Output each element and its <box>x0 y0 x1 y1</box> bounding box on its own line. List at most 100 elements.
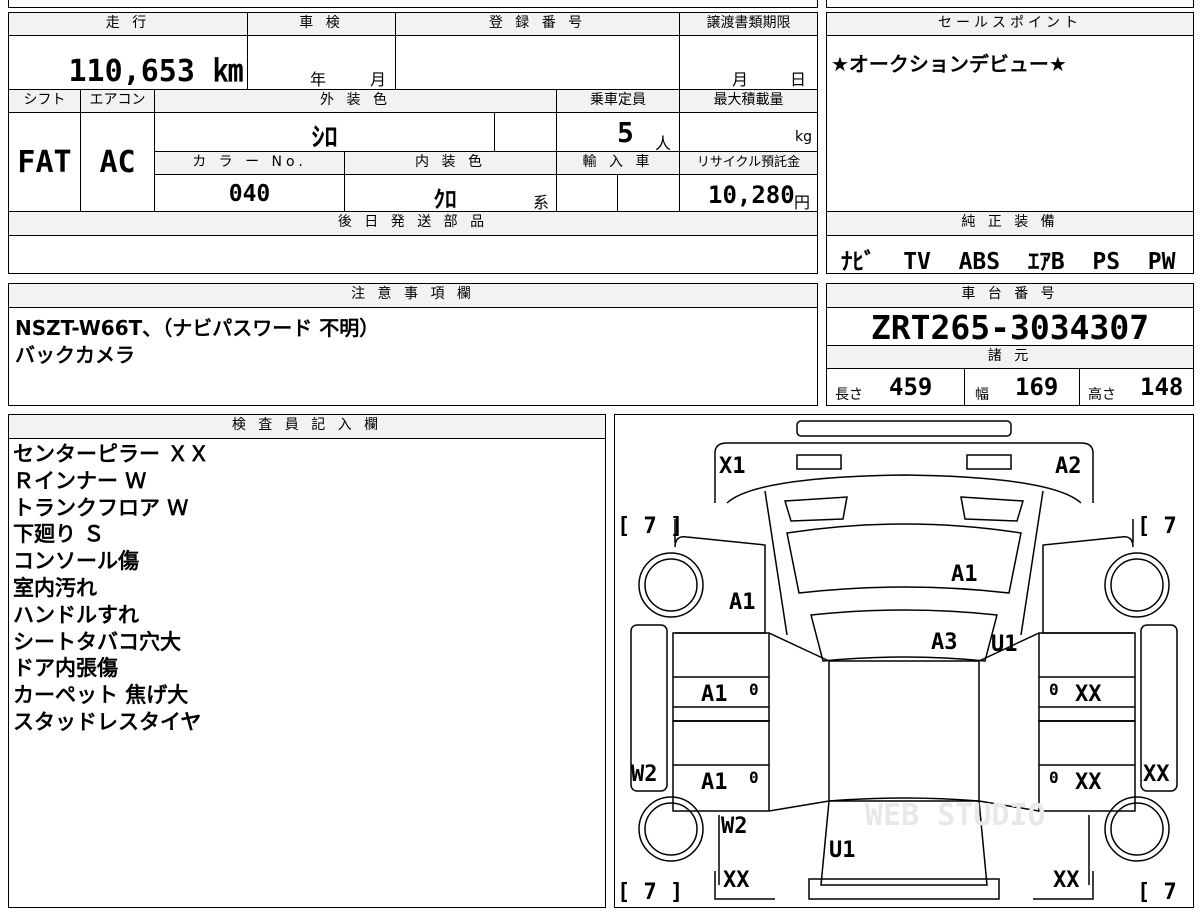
caution-line: バックカメラ <box>15 343 135 367</box>
later-parts-cell <box>8 235 818 274</box>
shaken-cell: 年 月 <box>247 35 396 90</box>
exterior-sub-cell <box>494 112 557 152</box>
damage-mark: U1 <box>991 632 1018 657</box>
color-no-label: カ ラ ー No. <box>154 151 345 175</box>
inspector-label: 検 査 員 記 入 欄 <box>8 414 606 439</box>
damage-mark: W2 <box>721 814 748 839</box>
chassis-cell: ZRT265-3034307 <box>826 307 1194 347</box>
caution-cell: NSZT-W66T、（ナビパスワード 不明） バックカメラ <box>8 307 818 406</box>
panel-zero-mark: 0 <box>749 768 759 787</box>
aircon-cell: AC <box>80 112 155 212</box>
car-outline-svg: WEB STUDIO X1 A2 [ 7 ] [ 7 ] A1 A1 A3 U1… <box>617 420 1193 905</box>
chassis-value: ZRT265-3034307 <box>870 308 1150 347</box>
damage-mark: W2 <box>631 762 658 787</box>
spec-length-label: 長さ <box>835 387 863 403</box>
damage-mark: XX <box>1075 682 1102 707</box>
damage-mark: A1 <box>951 562 978 587</box>
exterior-label: 外 装 色 <box>154 89 557 113</box>
top-strip-right <box>826 0 1194 8</box>
inspector-line: カーペット 焦げ大 <box>13 683 189 708</box>
max-load-label: 最大積載量 <box>679 89 818 113</box>
import-label: 輸 入 車 <box>556 151 680 175</box>
max-load-unit: kg <box>795 129 812 145</box>
capacity-label: 乗車定員 <box>556 89 680 113</box>
later-parts-label: 後 日 発 送 部 品 <box>8 211 818 236</box>
import-cell-a <box>556 174 618 212</box>
diagram-watermark: WEB STUDIO <box>865 798 1046 833</box>
sales-point-text: ★オークションデビュー★ <box>831 52 1067 76</box>
mileage-value: 110,653 ㎞ <box>68 54 244 89</box>
damage-mark: XX <box>1075 770 1102 795</box>
color-no-value: 040 <box>228 181 271 207</box>
recycle-label: リサイクル預託金 <box>679 151 818 175</box>
inspector-line: コンソール傷 <box>13 549 139 574</box>
spec-height-label: 高さ <box>1088 387 1116 403</box>
specs-label: 諸 元 <box>826 345 1194 369</box>
max-load-cell: kg <box>679 112 818 152</box>
damage-mark: A1 <box>701 770 728 795</box>
inspector-line: トランクフロア Ｗ <box>13 495 189 520</box>
damage-mark: XX <box>1143 762 1170 787</box>
damage-mark: [ 7 ] <box>617 880 683 905</box>
spec-width-cell: 幅 169 <box>964 368 1080 406</box>
inspector-notes: センターピラー ＸＸ Ｒインナー Ｗ トランクフロア Ｗ 下廻り Ｓ コンソール… <box>13 441 209 736</box>
transfer-month-unit: 月 <box>732 70 749 89</box>
spec-length-cell: 長さ 459 <box>826 368 965 406</box>
spec-width-label: 幅 <box>975 387 989 403</box>
capacity-cell: 5 人 <box>556 112 680 153</box>
shift-label: シフト <box>8 89 81 113</box>
mileage-label: 走 行 <box>8 12 248 36</box>
caution-line: NSZT-W66T、（ナビパスワード 不明） <box>15 316 380 340</box>
interior-cell: ｸﾛ 系 <box>344 174 557 213</box>
sales-point-cell: ★オークションデビュー★ <box>826 35 1194 212</box>
damage-mark: [ 7 ] <box>1137 880 1193 905</box>
inspector-line: シートタバコ穴大 <box>13 629 181 654</box>
damage-mark: [ 7 ] <box>1137 514 1193 539</box>
chassis-label: 車 台 番 号 <box>826 283 1194 308</box>
sales-point-label: セールスポイント <box>826 12 1194 36</box>
caution-label: 注 意 事 項 欄 <box>8 283 818 308</box>
damage-mark: A3 <box>931 630 958 655</box>
equipment-cell: ﾅﾋﾞ TV ABS ｴｱB PS PW <box>826 235 1194 275</box>
inspector-line: Ｒインナー Ｗ <box>13 468 147 493</box>
spec-width-value: 169 <box>1015 373 1059 401</box>
import-cell-b <box>617 174 680 212</box>
exterior-cell: ｼﾛ <box>154 112 495 153</box>
aircon-label: エアコン <box>80 89 155 113</box>
damage-mark: A1 <box>701 682 728 707</box>
equipment-value: ﾅﾋﾞ TV ABS ｴｱB PS PW <box>841 249 1176 275</box>
shaken-label: 車 検 <box>247 12 396 36</box>
capacity-value: 5 <box>617 116 634 149</box>
inspector-line: 下廻り Ｓ <box>13 522 105 547</box>
interior-label: 内 装 色 <box>344 151 557 175</box>
aircon-value: AC <box>99 145 136 180</box>
inspector-cell: センターピラー ＸＸ Ｒインナー Ｗ トランクフロア Ｗ 下廻り Ｓ コンソール… <box>8 438 606 908</box>
damage-mark: XX <box>1053 868 1080 893</box>
spec-height-cell: 高さ 148 <box>1079 368 1194 406</box>
car-damage-diagram: WEB STUDIO X1 A2 [ 7 ] [ 7 ] A1 A1 A3 U1… <box>614 414 1194 908</box>
panel-zero-mark: 0 <box>1049 680 1059 699</box>
shift-cell: FAT <box>8 112 81 212</box>
top-strip <box>8 0 818 8</box>
transfer-day-unit: 日 <box>790 70 807 89</box>
spec-length-value: 459 <box>889 373 933 401</box>
color-no-cell: 040 <box>154 174 345 212</box>
exterior-value: ｼﾛ <box>311 123 338 153</box>
inspector-line: スタッドレスタイヤ <box>13 709 202 734</box>
equipment-label: 純 正 装 備 <box>826 211 1194 236</box>
shaken-year-unit: 年 <box>310 70 327 89</box>
inspector-line: センターピラー ＸＸ <box>13 442 210 466</box>
damage-mark: XX <box>723 868 750 893</box>
inspector-line: ドア内張傷 <box>13 656 118 681</box>
transfer-cell: 月 日 <box>679 35 818 90</box>
panel-zero-mark: 0 <box>749 680 759 699</box>
transfer-label: 譲渡書類期限 <box>679 12 818 36</box>
interior-suffix: 系 <box>533 193 550 212</box>
damage-mark: A1 <box>729 590 756 615</box>
damage-mark: A2 <box>1055 454 1082 479</box>
panel-zero-mark: 0 <box>1049 768 1059 787</box>
recycle-cell: 10,280 円 <box>679 174 818 212</box>
inspector-line: 室内汚れ <box>13 575 97 600</box>
recycle-value: 10,280 <box>708 181 795 209</box>
shaken-month-unit: 月 <box>370 70 387 89</box>
